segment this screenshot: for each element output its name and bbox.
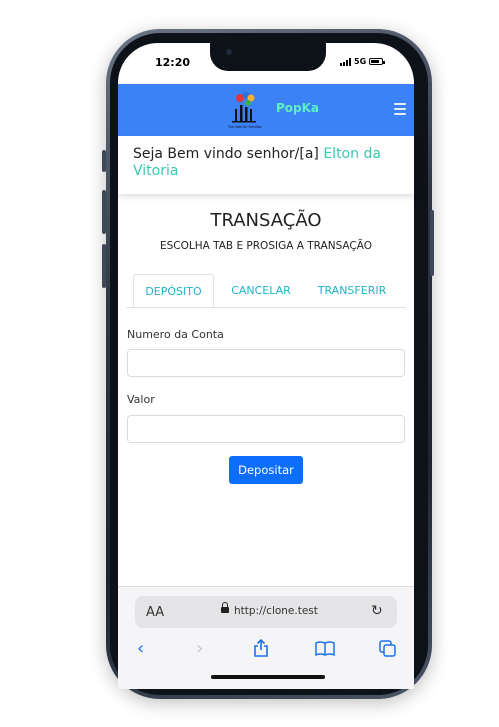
status-time: 12:20 <box>155 56 191 69</box>
text-size-icon[interactable]: AA <box>146 605 164 620</box>
text-size-label: AA <box>146 605 165 620</box>
volume-up-button <box>102 190 106 234</box>
tabs-icon[interactable] <box>379 640 397 657</box>
forward-icon[interactable]: › <box>196 638 203 659</box>
welcome-text: Seja Bem vindo senhor/[a] Elton da Vitor… <box>133 146 383 180</box>
notch <box>210 43 326 71</box>
account-number-label: Numero da Conta <box>127 328 224 341</box>
power-button <box>430 210 434 276</box>
back-icon[interactable]: ‹ <box>137 638 144 659</box>
amount-input[interactable] <box>127 415 405 443</box>
hamburger-icon[interactable] <box>394 103 406 115</box>
status-indicators: 5G <box>340 57 386 66</box>
signal-icon <box>340 57 351 66</box>
tab-deposito[interactable]: DEPÓSITO <box>133 274 214 307</box>
silent-switch <box>102 150 106 172</box>
brand-name[interactable]: PopKa <box>276 101 319 115</box>
transaction-tabs: DEPÓSITO CANCELAR TRANSFERIR <box>126 274 406 308</box>
bookmarks-icon[interactable] <box>315 641 335 656</box>
brand-logo[interactable]: The Vote for Families <box>226 89 266 131</box>
url-text[interactable]: http://clone.test <box>234 605 318 617</box>
lock-icon <box>221 602 229 613</box>
tab-transferir[interactable]: TRANSFERIR <box>308 274 396 307</box>
logo-caption: The Vote for Families <box>227 125 262 129</box>
reload-icon[interactable]: ↻ <box>371 603 383 619</box>
account-number-input[interactable] <box>127 349 405 377</box>
front-camera <box>226 49 232 55</box>
welcome-prefix: Seja Bem vindo senhor/[a] <box>133 146 319 162</box>
battery-icon <box>369 58 386 65</box>
home-indicator <box>211 675 325 679</box>
app-navbar <box>118 84 414 136</box>
tab-cancelar[interactable]: CANCELAR <box>220 274 302 307</box>
page-subtitle: ESCOLHA TAB E PROSIGA A TRANSAÇÃO <box>159 240 373 252</box>
volume-down-button <box>102 244 106 288</box>
amount-label: Valor <box>127 393 155 406</box>
page-title: TRANSAÇÃO <box>210 210 322 231</box>
deposit-button[interactable]: Depositar <box>229 456 303 484</box>
network-type: 5G <box>354 57 367 66</box>
share-icon[interactable] <box>253 639 269 657</box>
